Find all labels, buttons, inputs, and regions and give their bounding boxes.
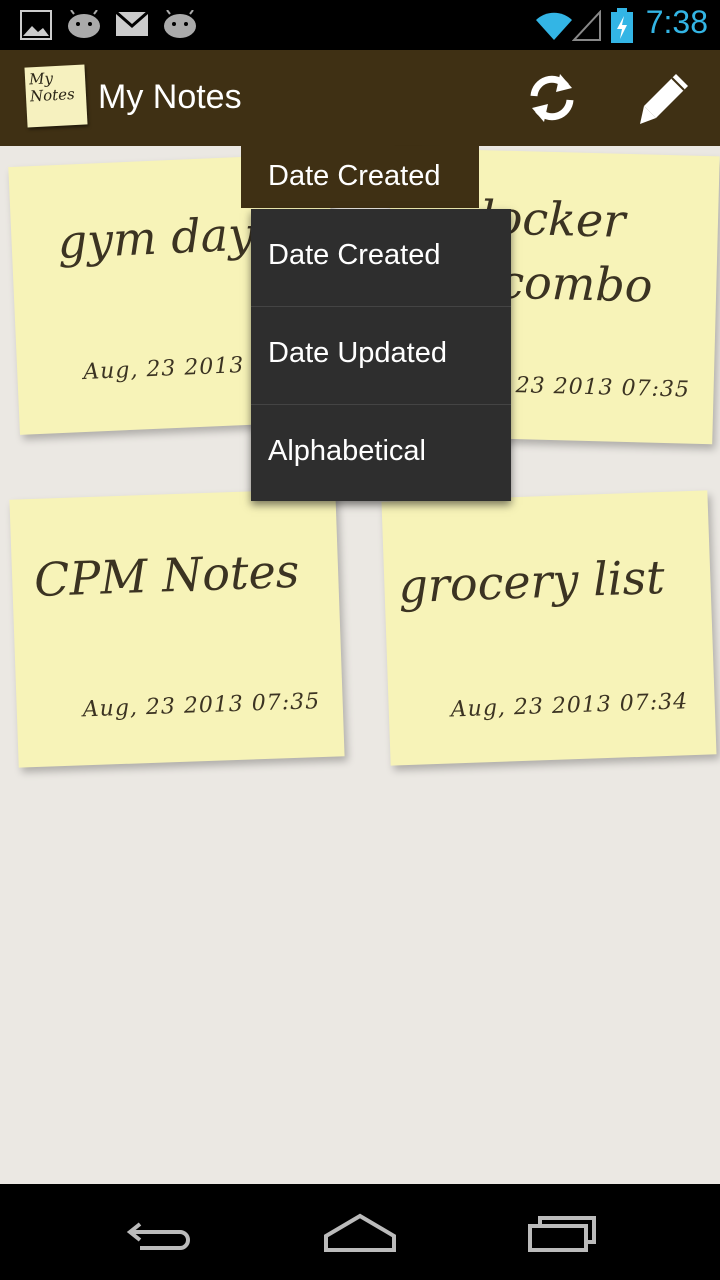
status-bar: 7:38 <box>0 0 720 50</box>
signal-icon <box>572 10 601 41</box>
clock: 7:38 <box>645 4 708 40</box>
note-title: gym day <box>56 206 256 270</box>
note-card[interactable]: grocery list Aug, 23 2013 07:34 <box>381 490 717 766</box>
sort-spinner-selected: Date Created <box>268 160 441 192</box>
note-date: Aug, 23 2013 07:34 <box>450 689 689 723</box>
sort-option-alphabetical[interactable]: Alphabetical <box>251 405 511 502</box>
image-icon <box>20 10 52 40</box>
note-title-line2: combo <box>497 254 654 313</box>
note-date: Aug, 23 2013 <box>82 353 245 386</box>
sort-option-date-updated[interactable]: Date Updated <box>251 307 511 404</box>
android-icon <box>164 10 196 38</box>
note-date: Aug, 23 2013 07:35 <box>82 689 321 723</box>
wifi-icon <box>536 12 572 40</box>
app-logo[interactable]: My Notes <box>24 64 88 128</box>
note-date: 23 2013 07:35 <box>515 373 691 403</box>
mail-icon <box>115 10 149 36</box>
sort-option-date-created[interactable]: Date Created <box>251 209 511 306</box>
refresh-icon[interactable] <box>522 68 582 128</box>
battery-charging-icon <box>611 8 633 43</box>
home-icon[interactable] <box>310 1202 410 1262</box>
logo-text-line2: Notes <box>29 85 76 106</box>
note-card[interactable]: CPM Notes Aug, 23 2013 07:35 <box>9 488 345 768</box>
action-bar: My Notes My Notes <box>0 50 720 146</box>
navigation-bar <box>0 1184 720 1280</box>
note-title: grocery list <box>397 549 666 614</box>
page-title: My Notes <box>98 78 242 116</box>
android-icon <box>68 10 100 38</box>
sort-dropdown-menu: Date Created Date Updated Alphabetical <box>251 209 511 501</box>
note-title: CPM Notes <box>33 543 301 607</box>
compose-pencil-icon[interactable] <box>634 68 694 128</box>
recent-apps-icon[interactable] <box>512 1202 612 1262</box>
back-icon[interactable] <box>110 1202 210 1262</box>
sort-spinner[interactable]: Date Created <box>241 146 479 208</box>
